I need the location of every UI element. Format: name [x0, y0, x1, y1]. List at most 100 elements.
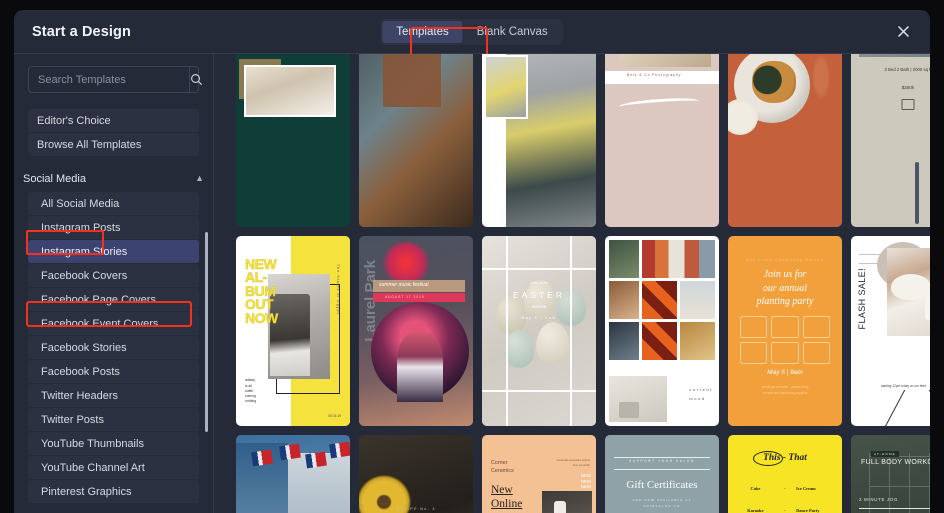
thumb-art: Laurel Park summer music festival AUGUST… — [359, 236, 473, 426]
thumb-tag: AT-HOME — [871, 451, 899, 457]
sidebar-item-youtube-channel-art[interactable]: YouTube Channel Art — [28, 456, 199, 479]
thumb-headline: Join us for our annual planting party — [728, 268, 842, 309]
sidebar-item-instagram-stories[interactable]: Instagram Stories — [28, 240, 199, 263]
thumb-badge: NEW NEW NEW — [581, 473, 591, 490]
sidebar-section-social-media[interactable]: Social Media ▲ — [14, 167, 213, 190]
thumb-subbanner: AUGUST 17 2019 — [385, 295, 425, 299]
sidebar-item-twitter-headers[interactable]: Twitter Headers — [28, 384, 199, 407]
tab-blank-canvas[interactable]: Blank Canvas — [463, 21, 562, 43]
thumb-banner: summer music festival — [379, 282, 428, 288]
close-icon[interactable] — [892, 21, 914, 43]
workout-item: 2 MINUTE JOG — [859, 497, 930, 502]
template-card-flash-sale[interactable]: FLASH SALE! starting 12pm today on our f… — [851, 236, 930, 426]
thumb-sub: ARE NOW AVAILABLE AT HAIRSALON.CO — [605, 497, 719, 509]
sidebar-item-browse-all-templates[interactable]: Browse All Templates — [28, 133, 199, 156]
template-card-bets-co-photography[interactable]: Bets & Co Photography — [605, 54, 719, 227]
sidebar-item-pinterest-graphics[interactable]: Pinterest Graphics — [28, 480, 199, 503]
tab-group: Templates Blank Canvas — [380, 19, 563, 45]
modal-body: Editor's Choice Browse All Templates Soc… — [14, 54, 930, 513]
thumb-footer: seedlings provided - please bring shovel… — [728, 384, 842, 396]
sidebar-item-editors-choice[interactable]: Editor's Choice — [28, 109, 199, 132]
thumb-text: current mood — [689, 386, 713, 404]
template-card-current-mood-collage[interactable]: current mood — [605, 236, 719, 426]
modal-header: Start a Design Templates Blank Canvas — [14, 10, 930, 54]
pair-right: Dance Party — [793, 508, 836, 513]
thumb-support-text: SUPPORT YOUR SALON — [605, 459, 719, 463]
sidebar-item-twitter-posts[interactable]: Twitter Posts — [28, 408, 199, 431]
thumb-art — [482, 54, 596, 227]
thumb-title: EASTER — [482, 290, 596, 300]
sidebar-item-facebook-stories[interactable]: Facebook Stories — [28, 336, 199, 359]
sidebar-top-list: Editor's Choice Browse All Templates — [14, 109, 213, 156]
template-card-yellow-dress-fashion[interactable] — [482, 54, 596, 227]
thumb-art — [236, 435, 350, 513]
thumb-art — [728, 54, 842, 227]
sidebar-item-facebook-page-covers[interactable]: Facebook Page Covers — [28, 288, 199, 311]
chevron-up-icon: ▲ — [195, 174, 204, 183]
thumb-headline: New Online Shop! — [491, 483, 522, 513]
sidebar-item-youtube-thumbnails[interactable]: YouTube Thumbnails — [28, 432, 199, 455]
search-icon[interactable] — [189, 67, 203, 92]
template-card-full-body-workout[interactable]: AT-HOME FULL BODY WORKOUT 2 MINUTE JOG 2… — [851, 435, 930, 513]
thumb-vertical-text: The States of Egypt — [336, 264, 340, 315]
template-card-new-album-out-now[interactable]: NEW AL- BUM OUT NOW The States of Egypt … — [236, 236, 350, 426]
thumb-pairs: Cake-Ice Cream Karaoke-Dance Party Netfl… — [734, 477, 836, 513]
sidebar-item-facebook-posts[interactable]: Facebook Posts — [28, 360, 199, 383]
thumb-date: 05.04.19 — [328, 414, 341, 418]
thumb-art: RECIPE No. 4 Brownie Recipe Serves 2-4 — [359, 435, 473, 513]
thumb-title: This - That — [728, 453, 842, 463]
template-card-photography-teal[interactable] — [236, 54, 350, 227]
sidebar-item-all-social-media[interactable]: All Social Media — [28, 192, 199, 215]
sidebar-scrollbar[interactable] — [205, 232, 209, 432]
thumb-join-text: Join us for — [482, 280, 596, 285]
sidebar: Editor's Choice Browse All Templates Soc… — [14, 54, 214, 513]
thumb-service-text: service — [482, 304, 596, 309]
thumb-headline: NEW AL- BUM OUT NOW — [245, 258, 278, 325]
thumb-pre-text: RECIPE No. 4 — [359, 507, 473, 511]
thumb-art: This - That Cake-Ice Cream Karaoke-Dance… — [728, 435, 842, 513]
thumb-art: Corner Ceramics handmade stoneware potte… — [482, 435, 596, 513]
pair-dash: - — [777, 486, 793, 491]
template-card-planting-party[interactable]: Rye Creek Community Garden Join us for o… — [728, 236, 842, 426]
template-card-earthy-texture[interactable] — [359, 54, 473, 227]
thumb-art: Rye Creek Community Garden Join us for o… — [728, 236, 842, 426]
template-card-this-that[interactable]: This - That Cake-Ice Cream Karaoke-Dance… — [728, 435, 842, 513]
sidebar-item-facebook-event-covers[interactable]: Facebook Event Covers — [28, 312, 199, 335]
template-card-summer-music-festival[interactable]: Laurel Park summer music festival AUGUST… — [359, 236, 473, 426]
sidebar-item-instagram-posts[interactable]: Instagram Posts — [28, 216, 199, 239]
start-a-design-modal: Start a Design Templates Blank Canvas — [14, 10, 930, 513]
pair-dash: - — [777, 508, 793, 513]
template-gallery: Instagram Stories Bets — [214, 54, 930, 513]
template-card-gift-certificates[interactable]: SUPPORT YOUR SALON Gift Certificates ARE… — [605, 435, 719, 513]
gallery-scrollbar[interactable] — [915, 162, 919, 224]
thumb-tag: starting 12pm today on our feed — [881, 384, 926, 388]
template-grid: Bets & Co Photography 3 Bed 2 Bath | 200… — [236, 54, 930, 513]
sidebar-section-label: Social Media — [23, 173, 86, 185]
template-card-brownie-recipe[interactable]: RECIPE No. 4 Brownie Recipe Serves 2-4 — [359, 435, 473, 513]
thumb-line-2: $350k — [851, 85, 930, 90]
thumb-vertical-text: FLASH SALE! — [857, 268, 867, 329]
pair-left: Karaoke — [734, 508, 777, 513]
thumb-art — [236, 54, 350, 227]
thumb-brand: Corner Ceramics — [491, 459, 514, 475]
template-card-easter-service[interactable]: Join us for EASTER service May 5 | 9am — [482, 236, 596, 426]
thumb-art: AT-HOME FULL BODY WORKOUT 2 MINUTE JOG 2… — [851, 435, 930, 513]
template-card-food-plate[interactable] — [728, 54, 842, 227]
thumb-art — [359, 54, 473, 227]
template-card-corner-ceramics[interactable]: Corner Ceramics handmade stoneware potte… — [482, 435, 596, 513]
sidebar-item-facebook-covers[interactable]: Facebook Covers — [28, 264, 199, 287]
template-card-london-street[interactable] — [236, 435, 350, 513]
thumb-small-text: adlady is all suffer shining nothing — [245, 378, 256, 404]
pair-right: Ice Cream — [793, 486, 836, 491]
thumb-header: Rye Creek Community Garden — [728, 258, 842, 262]
thumb-art: Join us for EASTER service May 5 | 9am — [482, 236, 596, 426]
thumb-art: SUPPORT YOUR SALON Gift Certificates ARE… — [605, 435, 719, 513]
tab-templates[interactable]: Templates — [382, 21, 462, 43]
search-box — [28, 66, 199, 93]
thumb-text: Bets & Co Photography — [627, 73, 681, 77]
thumb-art: FLASH SALE! starting 12pm today on our f… — [851, 236, 930, 426]
search-input[interactable] — [29, 74, 189, 86]
thumb-art: NEW AL- BUM OUT NOW The States of Egypt … — [236, 236, 350, 426]
sidebar-sub-list: All Social Media Instagram Posts Instagr… — [14, 192, 213, 503]
thumb-title: FULL BODY WORKOUT — [861, 459, 930, 466]
